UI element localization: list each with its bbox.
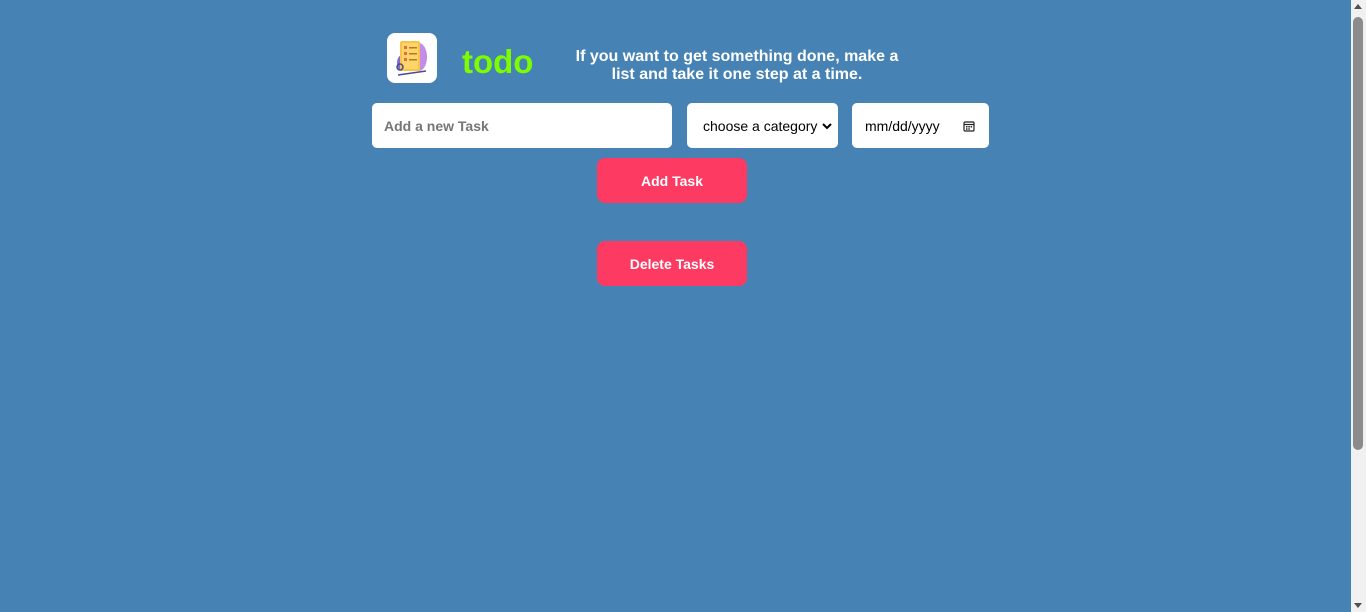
app-title: todo [462, 43, 534, 80]
app-page: todo If you want to get something done, … [0, 0, 1366, 612]
add-task-button[interactable]: Add Task [597, 158, 747, 203]
scrollbar-thumb[interactable] [1353, 17, 1363, 450]
category-select-value: choose a category [703, 117, 818, 134]
chevron-down-icon [822, 122, 832, 129]
scroll-down-arrow-icon[interactable] [1354, 603, 1362, 608]
checklist-notebook-icon [396, 41, 427, 76]
app-logo [387, 33, 437, 83]
tagline: If you want to get something done, make … [575, 48, 899, 83]
date-input-placeholder: mm/dd/yyyy [865, 117, 940, 134]
scroll-up-arrow-icon[interactable] [1354, 4, 1362, 9]
category-select[interactable]: choose a category [687, 103, 838, 148]
task-input[interactable] [372, 103, 672, 148]
vertical-scrollbar[interactable] [1351, 0, 1366, 612]
calendar-icon[interactable] [963, 120, 975, 132]
delete-tasks-button[interactable]: Delete Tasks [597, 241, 747, 286]
date-input[interactable]: mm/dd/yyyy [852, 103, 989, 148]
